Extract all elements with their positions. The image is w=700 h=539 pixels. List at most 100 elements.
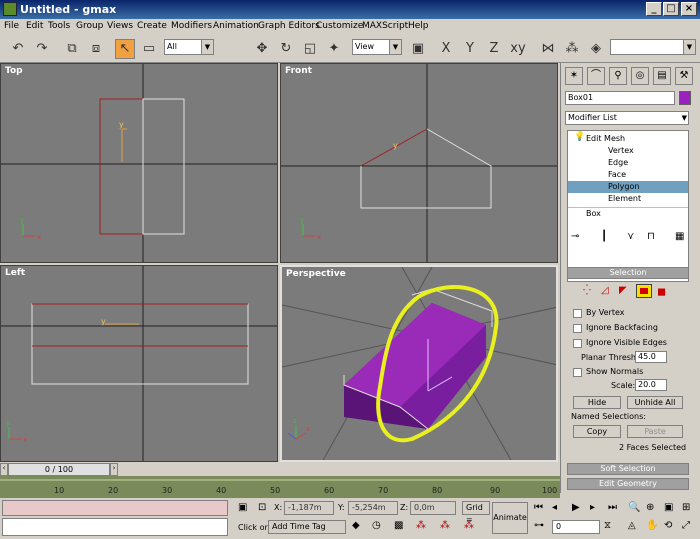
object-color-swatch[interactable] [679,91,691,105]
zoom-extents-all-icon[interactable]: ⊞ [682,502,690,513]
element-level-icon[interactable]: ◼ [657,285,666,298]
time-slider-track[interactable]: ‹ 0 / 100 › [0,463,560,476]
x-coord-input[interactable]: -1,187m [284,501,334,515]
ignore-visible-edges-checkbox[interactable] [573,339,582,348]
vertex-level-icon[interactable]: ⁛ [583,285,591,296]
mirror-snap-icon[interactable]: ⁂ [464,520,474,531]
soft-selection-rollout-header[interactable]: Soft Selection [567,463,689,475]
snap-toggle-icon[interactable]: ◆ [352,520,360,531]
unhide-all-button[interactable]: Unhide All [627,396,683,409]
zoom-icon[interactable]: 🔍 [628,502,640,513]
menu-tools[interactable]: Tools [48,21,70,31]
redo-icon[interactable]: ↷ [32,39,52,59]
mirror-icon[interactable]: ⋈ [538,39,558,59]
planar-thresh-input[interactable]: 45.0 [635,351,667,363]
stack-item-edit-mesh[interactable]: Edit Mesh [568,133,688,145]
maximize-button[interactable]: □ [663,2,679,16]
menu-file[interactable]: File [4,21,19,31]
display-tab-icon[interactable]: ▤ [653,67,671,85]
field-of-view-icon[interactable]: ◬ [628,520,636,531]
spinner-snap-icon[interactable]: ⁂ [416,520,426,531]
next-frame-icon[interactable]: ▸ [590,502,595,513]
edit-geometry-rollout-header[interactable]: Edit Geometry [567,478,689,490]
menu-graph-editors[interactable]: Graph Editors [258,21,320,31]
menu-group[interactable]: Group [76,21,103,31]
region-select-icon[interactable]: ▭ [139,39,159,59]
go-to-start-icon[interactable]: ⏮ [534,502,543,513]
current-frame-input[interactable]: 0 [552,520,600,534]
stack-item-face[interactable]: Face [568,169,688,181]
hierarchy-tab-icon[interactable]: ⚲ [609,67,627,85]
viewport-front-label[interactable]: Front [285,66,312,76]
show-end-result-icon[interactable]: ┃ [601,231,607,242]
paste-button[interactable]: Paste [627,425,683,438]
arc-rotate-icon[interactable]: ⟲ [664,520,672,531]
selection-filter-dropdown[interactable]: All ▼ [164,39,214,55]
move-icon[interactable]: ✥ [252,39,272,59]
named-selection-dropdown[interactable]: ▼ [610,39,696,55]
undo-icon[interactable]: ↶ [8,39,28,59]
rotate-icon[interactable]: ↻ [276,39,296,59]
lightbulb-icon[interactable]: 💡 [574,132,585,142]
face-level-icon[interactable]: ◤ [619,285,627,296]
viewport-left-label[interactable]: Left [5,268,25,278]
y-coord-input[interactable]: -5,254m [348,501,398,515]
axis-xy-button[interactable]: xy [508,39,528,59]
viewport-perspective[interactable]: z x Perspective [280,265,558,462]
pan-icon[interactable]: ✋ [646,520,658,531]
make-unique-icon[interactable]: ⋎ [627,231,634,242]
selection-lock-icon[interactable]: ▣ [238,502,247,513]
menu-maxscript[interactable]: MAXScript [362,21,408,31]
align-icon[interactable]: ◈ [586,39,606,59]
show-normals-checkbox[interactable] [573,368,582,377]
prompt-line[interactable] [2,518,228,536]
go-to-end-icon[interactable]: ⏭ [608,502,617,513]
animate-button[interactable]: Animate [492,502,528,534]
time-slider-thumb[interactable]: 0 / 100 [8,463,110,476]
percent-snap-icon[interactable]: ▩ [394,520,403,531]
viewport-perspective-label[interactable]: Perspective [286,269,346,279]
select-object-icon[interactable]: ↖ [115,39,135,59]
hide-button[interactable]: Hide [573,396,621,409]
key-mode-icon[interactable]: ⊶ [534,520,544,531]
viewport-top[interactable]: y y x Top [0,63,278,263]
angle-snap-icon[interactable]: ◷ [372,520,381,531]
zoom-all-icon[interactable]: ⊕ [646,502,654,513]
ignore-backfacing-checkbox[interactable] [573,324,582,333]
track-bar[interactable]: 10 20 30 40 50 60 70 80 90 100 [0,476,560,498]
modifier-list-dropdown[interactable]: Modifier List ▼ [565,111,689,125]
play-icon[interactable]: ▶ [572,502,580,513]
menu-edit[interactable]: Edit [26,21,43,31]
time-next-arrow-icon[interactable]: › [110,463,118,476]
close-button[interactable]: × [681,2,697,16]
menu-views[interactable]: Views [107,21,133,31]
stack-item-polygon[interactable]: Polygon [568,181,688,193]
reference-coord-dropdown[interactable]: View ▼ [352,39,402,55]
stack-item-edge[interactable]: Edge [568,157,688,169]
viewport-front[interactable]: y y x Front [280,63,558,263]
axis-z-button[interactable]: Z [484,39,504,59]
array-icon[interactable]: ⁂ [562,39,582,59]
menu-modifiers[interactable]: Modifiers [171,21,212,31]
minimize-button[interactable]: _ [646,2,662,16]
scale-icon[interactable]: ◱ [300,39,320,59]
select-link-icon[interactable]: ⧉ [62,39,82,59]
time-prev-arrow-icon[interactable]: ‹ [0,463,8,476]
configure-modifier-icon[interactable]: ▦ [675,231,684,242]
previous-frame-icon[interactable]: ◂ [552,502,557,513]
copy-button[interactable]: Copy [573,425,621,438]
edge-level-icon[interactable]: ◿ [601,285,609,296]
scale-input[interactable]: 20.0 [635,379,667,391]
axis-y-button[interactable]: Y [460,39,480,59]
menu-create[interactable]: Create [137,21,167,31]
stack-item-box[interactable]: Box [568,207,688,219]
object-name-input[interactable]: Box01 [565,91,675,105]
menu-help[interactable]: Help [408,21,429,31]
z-coord-input[interactable]: 0,0m [410,501,456,515]
selection-rollout-header[interactable]: Selection [567,267,689,279]
pivot-center-icon[interactable]: ▣ [408,39,428,59]
modify-tab-icon[interactable]: ⌒ [587,67,605,85]
stack-item-vertex[interactable]: Vertex [568,145,688,157]
menu-animation[interactable]: Animation [213,21,259,31]
absolute-mode-icon[interactable]: ⊡ [258,502,266,513]
